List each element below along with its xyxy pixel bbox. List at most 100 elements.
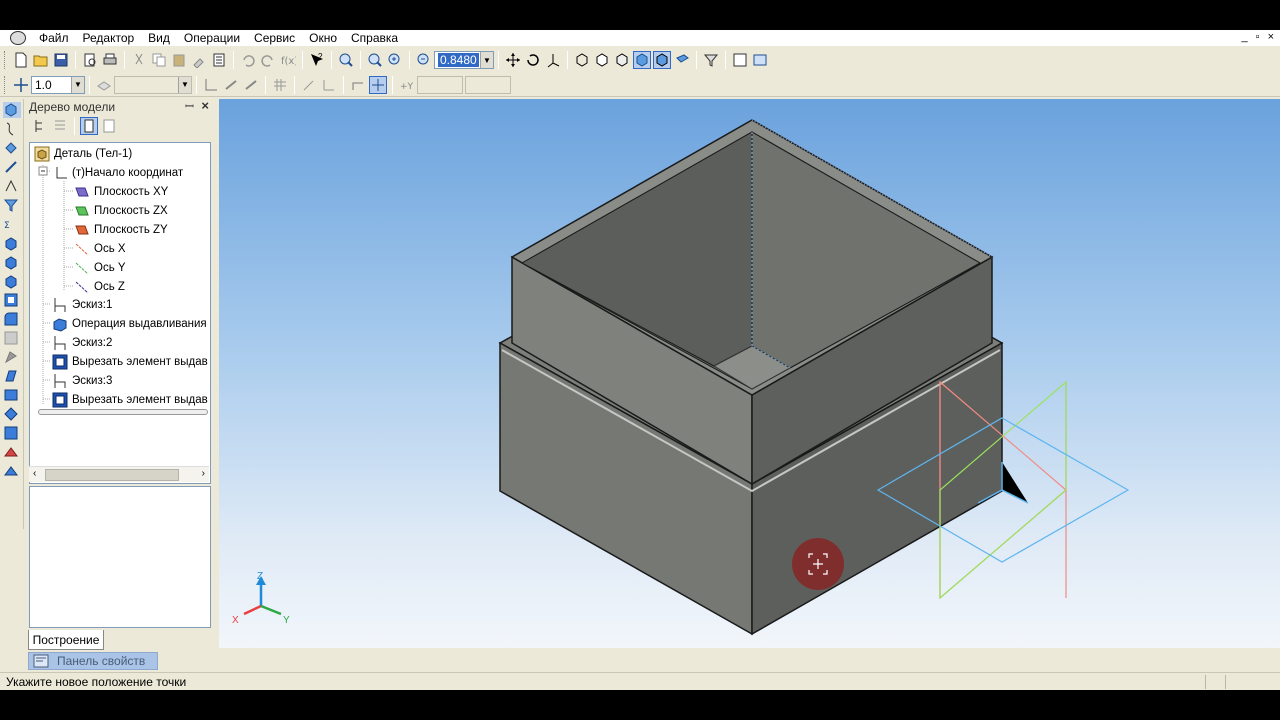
draft-tool-icon[interactable] (3, 368, 21, 384)
format-brush-icon[interactable] (190, 51, 208, 69)
tree-end-scroll[interactable] (38, 409, 208, 415)
step-combo[interactable]: 1.0 ▼ (31, 75, 85, 94)
tree-node-plane-zy[interactable]: Плоскость ZY (74, 221, 168, 239)
minimize-icon[interactable]: _ (1242, 31, 1248, 43)
tree-node-cut-1[interactable]: Вырезать элемент выдав (52, 353, 208, 371)
restore-icon[interactable]: ▫ (1256, 31, 1260, 43)
rib-tool-icon[interactable] (3, 349, 21, 365)
specification-icon[interactable]: Σ (3, 216, 21, 232)
menu-view[interactable]: Вид (141, 31, 177, 45)
properties-panel-button[interactable]: Панель свойств (28, 652, 158, 670)
tree-structure-icon[interactable] (31, 117, 49, 135)
sheet-metal-icon[interactable] (3, 444, 21, 460)
tree-node-plane-zx[interactable]: Плоскость ZX (74, 202, 168, 220)
dimension-icon[interactable] (3, 178, 21, 194)
redo-icon[interactable] (259, 51, 277, 69)
local-cs-icon[interactable] (202, 76, 220, 94)
filter-tool-icon[interactable] (3, 197, 21, 213)
copy-icon[interactable] (150, 51, 168, 69)
shell-tool-icon[interactable] (3, 330, 21, 346)
refresh-icon[interactable] (751, 51, 769, 69)
edit-part-icon[interactable] (3, 102, 21, 118)
properties-icon[interactable] (210, 51, 228, 69)
tree-node-sketch-1[interactable]: Эскиз:1 (52, 296, 112, 314)
snap-active-icon[interactable] (369, 75, 387, 94)
tree-node-extrude[interactable]: Операция выдавливания (52, 315, 207, 333)
array-tool-icon[interactable] (3, 387, 21, 403)
menu-operations[interactable]: Операции (177, 31, 247, 45)
menu-file[interactable]: Файл (32, 31, 76, 45)
menu-window[interactable]: Окно (302, 31, 344, 45)
help-pointer-icon[interactable]: ? (308, 51, 326, 69)
tree-node-part[interactable]: Деталь (Тел-1) (34, 145, 132, 163)
undo-icon[interactable] (239, 51, 257, 69)
3d-viewport[interactable]: Z X Y (219, 99, 1280, 648)
spatial-curves-icon[interactable] (3, 463, 21, 479)
print-icon[interactable] (101, 51, 119, 69)
round-icon[interactable] (349, 76, 367, 94)
perspective-icon[interactable] (673, 51, 691, 69)
tree-node-plane-xy[interactable]: Плоскость XY (74, 183, 168, 201)
zoom-all-icon[interactable] (337, 51, 355, 69)
zoom-combo[interactable]: 0.8480 ▼ (434, 51, 494, 69)
tree-node-axis-y[interactable]: Ось Y (74, 259, 126, 277)
layer-combo[interactable]: ▼ (114, 75, 192, 94)
aux-geometry-icon[interactable] (3, 140, 21, 156)
tree-node-origin[interactable]: (т)Начало координат (52, 164, 183, 182)
menu-help[interactable]: Справка (344, 31, 405, 45)
tab-build[interactable]: Построение (28, 630, 104, 650)
close-icon[interactable]: × (201, 98, 209, 113)
coord-x-field[interactable] (417, 75, 463, 94)
zoom-in-icon[interactable] (386, 51, 404, 69)
tree-sort-icon[interactable] (80, 117, 98, 135)
tree-node-axis-x[interactable]: Ось X (74, 240, 126, 258)
zoom-window-icon[interactable] (366, 51, 384, 69)
step-cursor-icon[interactable] (12, 76, 30, 94)
paste-icon[interactable] (170, 51, 188, 69)
cut-icon[interactable] (130, 51, 148, 69)
rotate-icon[interactable] (524, 51, 542, 69)
new-document-icon[interactable] (12, 51, 30, 69)
hidden-lines-icon[interactable] (593, 51, 611, 69)
hidden-thin-icon[interactable] (613, 51, 631, 69)
cut-tool-icon[interactable] (3, 292, 21, 308)
layer-icon[interactable] (95, 76, 113, 94)
filter-icon[interactable] (702, 51, 720, 69)
grid-icon[interactable] (271, 76, 289, 94)
tree-view-icon[interactable] (51, 117, 69, 135)
sketch-tool-icon[interactable] (3, 121, 21, 137)
orientation-icon[interactable] (544, 51, 562, 69)
app-icon[interactable] (10, 31, 26, 45)
open-icon[interactable] (32, 51, 50, 69)
pan-icon[interactable] (504, 51, 522, 69)
save-icon[interactable] (52, 51, 70, 69)
close-icon[interactable]: × (1268, 31, 1274, 43)
ortho-icon[interactable] (300, 76, 318, 94)
wireframe-icon[interactable] (573, 51, 591, 69)
ortho-mode-icon[interactable] (320, 76, 338, 94)
magnet-icon[interactable] (242, 76, 260, 94)
surface-tool-icon[interactable] (3, 425, 21, 441)
pin-icon[interactable]: ꟷ (185, 99, 194, 114)
snap-icon[interactable] (222, 76, 240, 94)
tree-hscrollbar[interactable]: ‹ › (29, 466, 209, 482)
scroll-right-icon[interactable]: › (202, 468, 205, 479)
loft-tool-icon[interactable] (3, 273, 21, 289)
mirror-tool-icon[interactable] (3, 406, 21, 422)
dropdown-arrow-icon[interactable]: ▼ (71, 76, 84, 93)
tree-node-cut-2[interactable]: Вырезать элемент выдав (52, 391, 208, 409)
extrude-tool-icon[interactable] (3, 235, 21, 251)
scroll-thumb[interactable] (45, 469, 179, 481)
shaded-icon[interactable] (633, 51, 651, 69)
scroll-left-icon[interactable]: ‹ (33, 468, 36, 479)
revolve-tool-icon[interactable] (3, 254, 21, 270)
measure-icon[interactable] (3, 159, 21, 175)
menu-editor[interactable]: Редактор (76, 31, 142, 45)
shaded-edges-icon[interactable] (653, 51, 671, 69)
coord-y-field[interactable] (465, 75, 511, 94)
tree-node-axis-z[interactable]: Ось Z (74, 278, 125, 296)
print-preview-icon[interactable] (81, 51, 99, 69)
tree-list-icon[interactable] (100, 117, 118, 135)
zoom-scale-icon[interactable] (415, 51, 433, 69)
dropdown-arrow-icon[interactable]: ▼ (480, 52, 493, 68)
